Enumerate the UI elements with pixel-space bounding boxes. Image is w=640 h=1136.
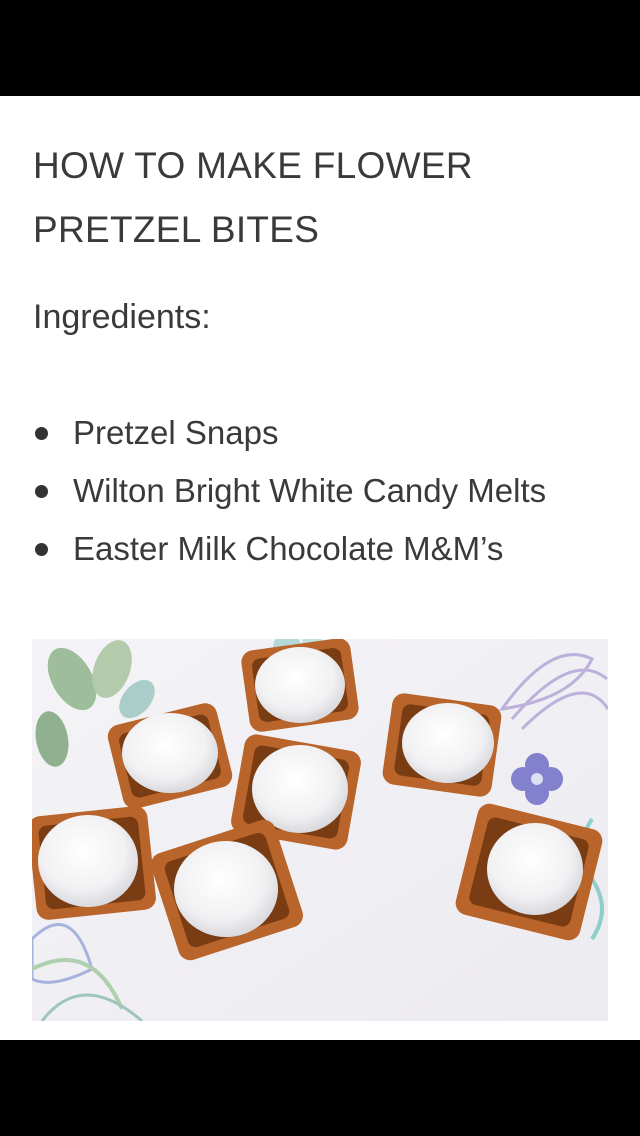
ingredients-heading: Ingredients:	[33, 298, 211, 336]
bullet-icon	[35, 543, 48, 556]
top-black-bar	[0, 0, 640, 96]
pretzel-bite	[32, 806, 156, 920]
bullet-icon	[35, 485, 48, 498]
bullet-icon	[35, 427, 48, 440]
ingredient-text: Pretzel Snaps	[73, 414, 279, 451]
ingredient-text: Easter Milk Chocolate M&M’s	[73, 530, 504, 567]
article-title: HOW TO MAKE FLOWER PRETZEL BITES	[33, 145, 473, 250]
list-item: Easter Milk Chocolate M&M’s	[33, 526, 546, 584]
ingredients-list: Pretzel Snaps Wilton Bright White Candy …	[33, 410, 546, 584]
pretzel-bites-photo	[32, 639, 608, 1021]
article-content[interactable]: HOW TO MAKE FLOWER PRETZEL BITES Ingredi…	[0, 96, 640, 1040]
pretzel-bite	[382, 693, 502, 797]
bottom-black-bar	[0, 1040, 640, 1136]
pretzel-bite	[241, 639, 359, 732]
list-item: Pretzel Snaps	[33, 410, 546, 468]
list-item: Wilton Bright White Candy Melts	[33, 468, 546, 526]
ingredient-text: Wilton Bright White Candy Melts	[73, 472, 547, 509]
